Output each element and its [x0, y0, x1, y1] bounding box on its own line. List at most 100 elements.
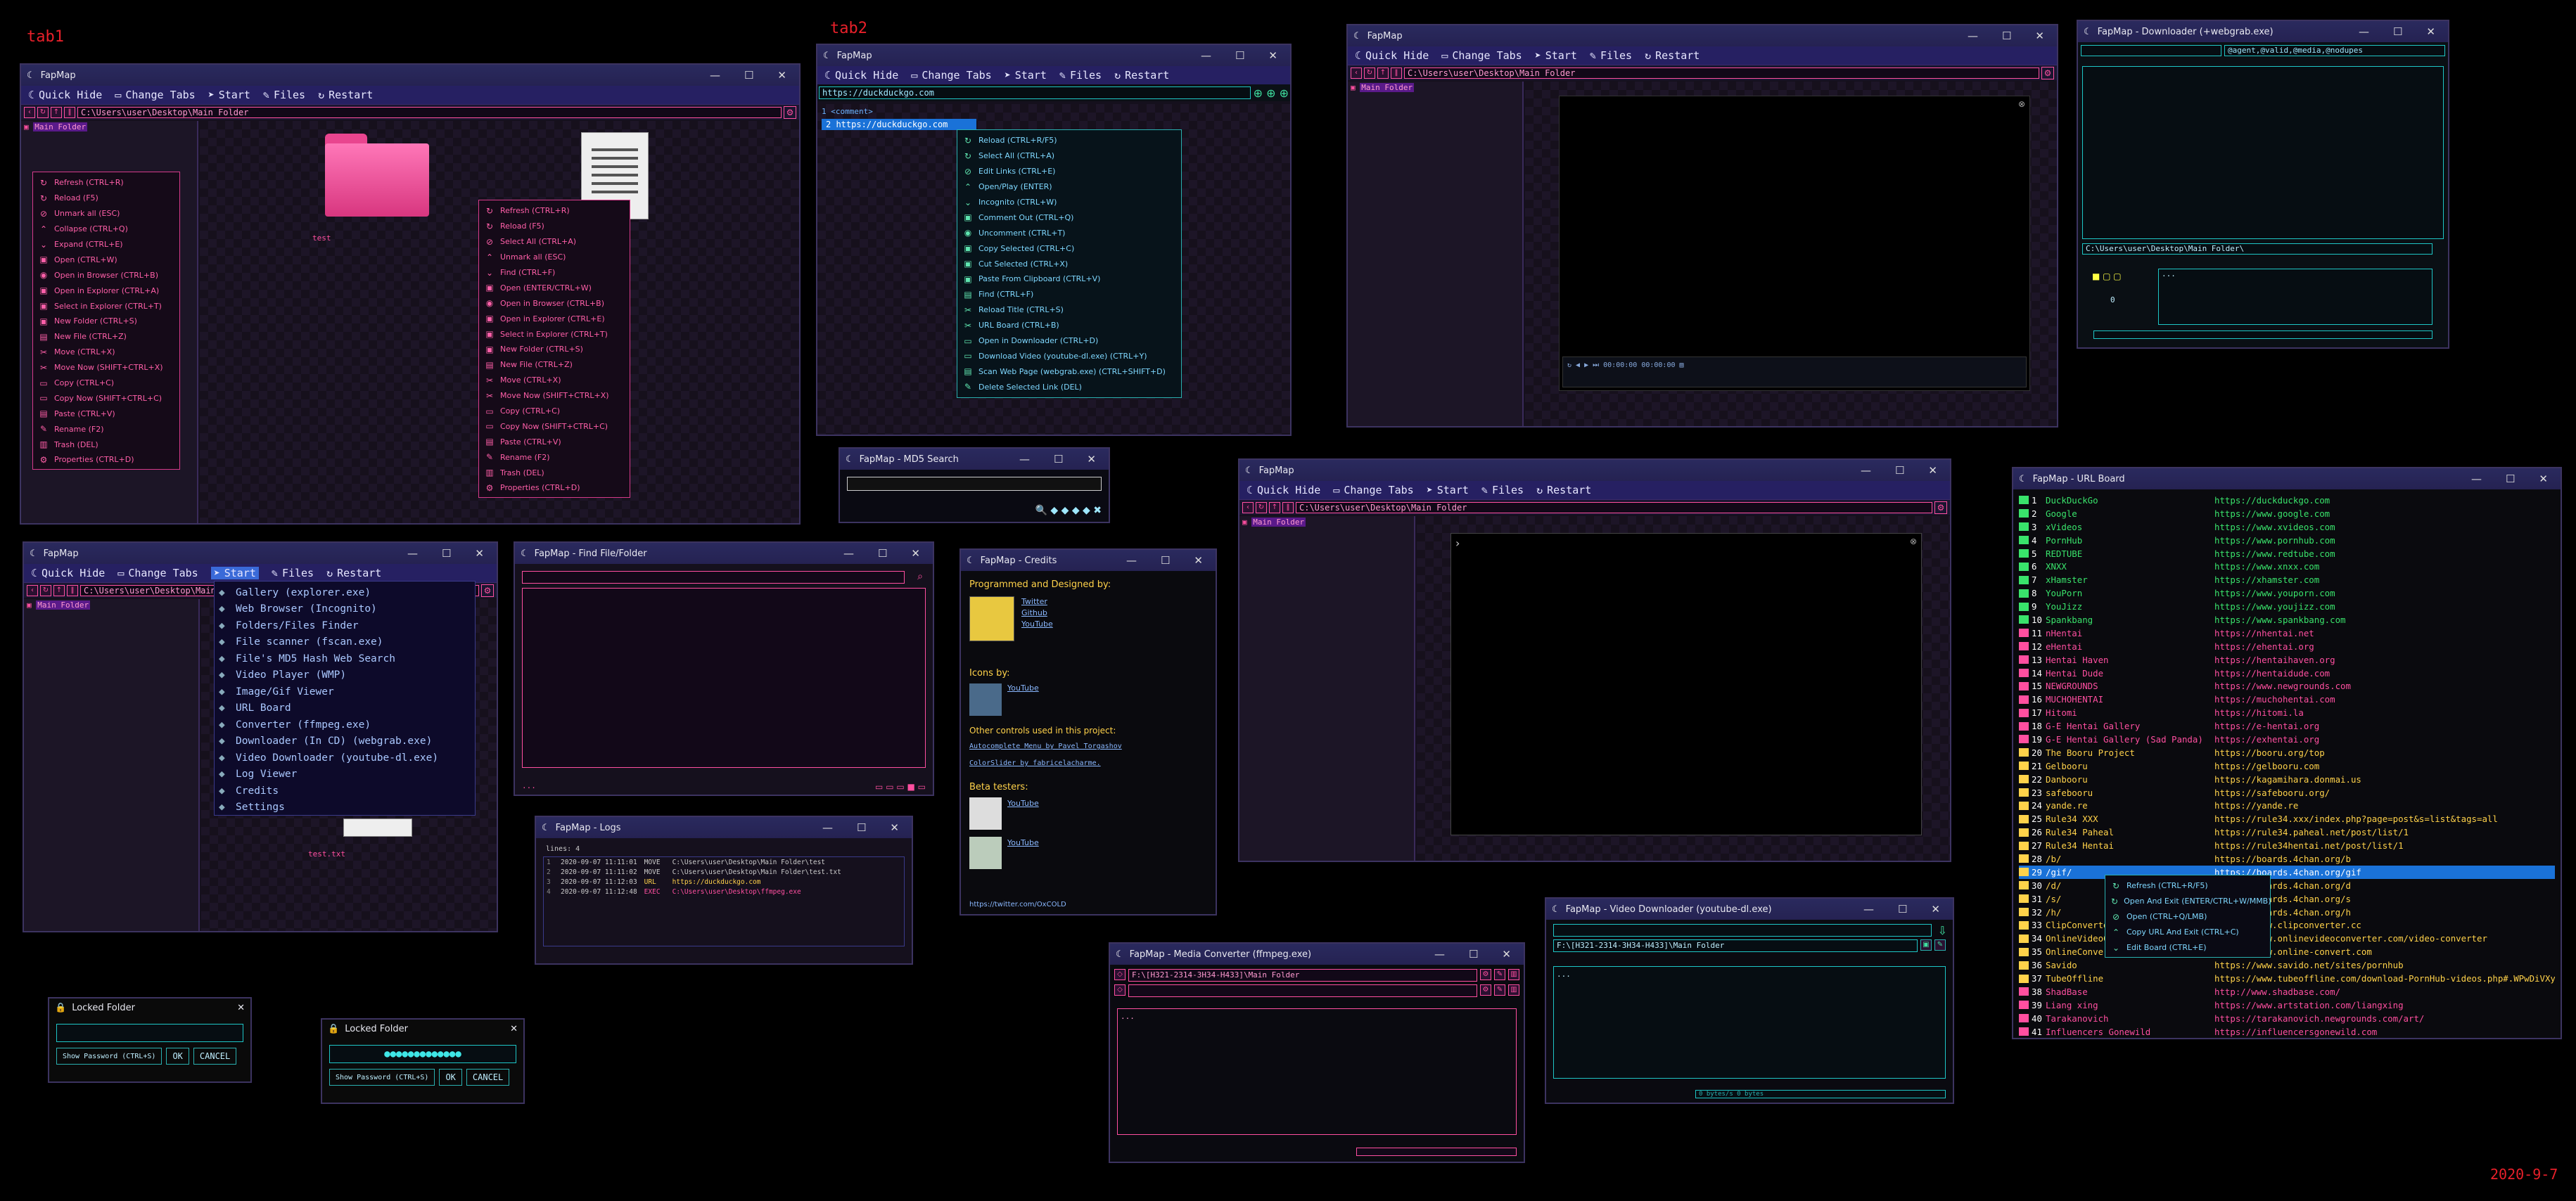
- url-row[interactable]: 1 DuckDuckGo https://duckduckgo.com: [2019, 494, 2555, 507]
- twitter-link[interactable]: Twitter: [1021, 596, 1053, 608]
- close-button[interactable]: ✕: [1194, 554, 1203, 567]
- ctx-menu-item[interactable]: ▣ Paste From Clipboard (CTRL+V): [957, 271, 1181, 287]
- ctx-menu-item[interactable]: ▣ Open in Explorer (CTRL+A): [33, 283, 179, 298]
- url-row[interactable]: 30/d/https://boards.4chan.org/d: [2019, 879, 2555, 892]
- menu-restart[interactable]: ↻ Restart: [1536, 484, 1591, 496]
- url-row[interactable]: 23 safebooru https://safebooru.org/: [2019, 786, 2555, 799]
- close-button[interactable]: ✕: [2426, 25, 2435, 38]
- maximize-button[interactable]: ☐: [2393, 25, 2402, 38]
- start-menu-item[interactable]: ◆ File scanner (fscan.exe): [215, 634, 475, 651]
- back-button[interactable]: ‹: [27, 584, 38, 596]
- start-menu-item[interactable]: ◆ URL Board: [215, 700, 475, 717]
- refresh-button[interactable]: ↻: [40, 584, 51, 596]
- password-input[interactable]: [56, 1024, 243, 1042]
- ctx-menu-item[interactable]: ▣ Open (ENTER/CTRL+W): [479, 280, 630, 295]
- ctx-menu-item[interactable]: ⌃ Collapse (CTRL+Q): [33, 221, 179, 237]
- ctx-menu-item[interactable]: ↻ Refresh (CTRL+R): [479, 203, 630, 219]
- start-menu-item[interactable]: ◆ Video Downloader (youtube-dl.exe): [215, 750, 475, 766]
- menu-change-tabs[interactable]: ▭ Change Tabs: [1441, 49, 1522, 62]
- url-row[interactable]: 5 REDTUBE https://www.redtube.com: [2019, 547, 2555, 560]
- start-menu-item[interactable]: ◆ Settings: [215, 799, 475, 816]
- menu-files[interactable]: ✎ Files: [263, 89, 305, 101]
- ctx-menu-item[interactable]: ⊘ Unmark all (ESC): [33, 206, 179, 221]
- start-menu-item[interactable]: ◆ Video Player (WMP): [215, 667, 475, 684]
- url-row[interactable]: 13 Hentai Haven https://hentaihaven.org: [2019, 653, 2555, 667]
- ctx-menu-item[interactable]: ↻ Select All (CTRL+A): [957, 148, 1181, 164]
- url-row[interactable]: 10 Spankbang https://www.spankbang.com: [2019, 613, 2555, 627]
- close-button[interactable]: ✕: [1268, 49, 1277, 62]
- menu-start[interactable]: ➤ Start: [1535, 49, 1577, 62]
- menu-files[interactable]: ✎ Files: [1481, 484, 1524, 496]
- ctx-menu-item[interactable]: ✎ Rename (F2): [479, 449, 630, 465]
- back-button[interactable]: ‹: [1242, 501, 1254, 513]
- go-icon[interactable]: ⊕ ⊕ ⊕: [1254, 86, 1289, 100]
- url-row[interactable]: 22 Danbooru https://kagamihara.donmai.us: [2019, 773, 2555, 786]
- ctx-menu-item[interactable]: ▣ Copy Selected (CTRL+C): [957, 240, 1181, 256]
- ctx-menu-item[interactable]: ⊘ Edit Links (CTRL+E): [957, 164, 1181, 179]
- url-row[interactable]: 25 Rule34 XXX https://rule34.xxx/index.php…: [2019, 812, 2555, 826]
- url-row[interactable]: 29/gif/https://boards.4chan.org/gif: [2019, 865, 2555, 879]
- url-row[interactable]: 41 Influencers Gonewild https://influencer…: [2019, 1025, 2555, 1038]
- back-button[interactable]: ‹: [1351, 67, 1362, 79]
- minimize-button[interactable]: —: [1434, 948, 1445, 961]
- pause-button[interactable]: ‖: [67, 584, 78, 596]
- edit-icon[interactable]: ✎: [1494, 984, 1505, 996]
- beta-link-1[interactable]: YouTube: [1007, 799, 1039, 808]
- ctx-menu-item[interactable]: ▤ Paste (CTRL+V): [479, 434, 630, 449]
- close-button[interactable]: ✕: [510, 1024, 518, 1034]
- close-button[interactable]: ✕: [237, 1003, 245, 1013]
- ctx-menu-item[interactable]: ⌄ Expand (CTRL+E): [33, 237, 179, 252]
- start-menu-item[interactable]: ◆ Image/Gif Viewer: [215, 683, 475, 700]
- ctx-menu-item[interactable]: ✎ Delete Selected Link (DEL): [957, 379, 1181, 394]
- gear-icon[interactable]: ⚙: [784, 105, 796, 119]
- close-button[interactable]: ✕: [911, 547, 920, 560]
- url-row[interactable]: 15 NEWGROUNDS https://www.newgrounds.com: [2019, 679, 2555, 693]
- ctx-menu-item[interactable]: ▣ New Folder (CTRL+S): [479, 342, 630, 357]
- close-button[interactable]: ✕: [890, 821, 899, 834]
- player-controls[interactable]: ↻ ◀ ▶ ⏭ 00:00:00 00:00:00 ▤: [1563, 357, 2026, 373]
- close-icon[interactable]: ⊗: [2018, 99, 2025, 109]
- ctx-menu-item[interactable]: ▭ Copy (CTRL+C): [479, 404, 630, 419]
- ctx-menu-item[interactable]: ⌃ Unmark all (ESC): [479, 250, 630, 265]
- ctx-menu-item[interactable]: ▤ New File (CTRL+Z): [33, 329, 179, 345]
- youtube-link[interactable]: YouTube: [1021, 619, 1053, 630]
- close-icon[interactable]: ⊗: [1910, 537, 1917, 546]
- url-row[interactable]: 26 Rule34 Paheal https://rule34.paheal.net…: [2019, 826, 2555, 839]
- url-input[interactable]: https://duckduckgo.com: [819, 86, 1251, 99]
- minimize-button[interactable]: —: [1126, 554, 1137, 567]
- show-password-button[interactable]: Show Password (CTRL+S): [56, 1048, 162, 1065]
- start-menu-item[interactable]: ◆ Folders/Files Finder: [215, 617, 475, 634]
- menu-change-tabs[interactable]: ▭ Change Tabs: [911, 69, 991, 82]
- video-player[interactable]: ⊗ ↻ ◀ ▶ ⏭ 00:00:00 00:00:00 ▤: [1559, 96, 2030, 391]
- ctx-menu-item[interactable]: ⌄ Edit Board (CTRL+E): [2105, 940, 2270, 956]
- ctx-menu-item[interactable]: ⚙ Properties (CTRL+D): [33, 452, 179, 468]
- cancel-button[interactable]: CANCEL: [193, 1048, 237, 1065]
- menu-restart[interactable]: ↻ Restart: [1645, 49, 1700, 62]
- url-row[interactable]: 4 PornHub https://www.pornhub.com: [2019, 534, 2555, 547]
- url-row[interactable]: 2 Google https://www.google.com: [2019, 507, 2555, 520]
- menu-start[interactable]: ➤ Start: [210, 567, 259, 579]
- menu-start[interactable]: ➤ Start: [208, 89, 250, 101]
- url-row[interactable]: 36 Savido https://www.savido.net/sites/por…: [2019, 958, 2555, 972]
- url-row[interactable]: 14 Hentai Dude https://hentaidude.com: [2019, 667, 2555, 680]
- url-row[interactable]: 27 Rule34 Hentai https://rule34hentai.net/…: [2019, 839, 2555, 852]
- input-path[interactable]: F:\[H321-2314-3H34-H433]\Main Folder: [1128, 969, 1477, 982]
- cancel-button[interactable]: CANCEL: [466, 1069, 510, 1086]
- download-icon[interactable]: ⇩: [1938, 924, 1947, 937]
- menu-change-tabs[interactable]: ▭ Change Tabs: [117, 567, 198, 579]
- close-button[interactable]: ✕: [2035, 30, 2044, 42]
- refresh-button[interactable]: ↻: [1364, 67, 1375, 79]
- url-row[interactable]: 21 Gelbooru https://gelbooru.com: [2019, 759, 2555, 773]
- ctx-menu-item[interactable]: ▭ Copy Now (SHIFT+CTRL+C): [479, 418, 630, 434]
- log-row[interactable]: 1 2020-09-07 11:11:01 MOVE C:\Users\user\De…: [544, 857, 904, 867]
- list-item-selected[interactable]: 2 https://duckduckgo.com: [822, 119, 976, 130]
- ctx-menu-item[interactable]: ▣ Comment Out (CTRL+Q): [957, 210, 1181, 225]
- ctx-menu-item[interactable]: ⚙ Properties (CTRL+D): [479, 480, 630, 496]
- ctx-menu-item[interactable]: ▥ Trash (DEL): [33, 437, 179, 452]
- maximize-button[interactable]: ☐: [1235, 49, 1244, 62]
- save-path[interactable]: F:\[H321-2314-3H34-H433]\Main Folder: [1553, 939, 1918, 952]
- start-menu-item[interactable]: ◆ Web Browser (Incognito): [215, 601, 475, 618]
- close-button[interactable]: ✕: [777, 69, 786, 82]
- url-row[interactable]: 34 OnlineVideoConverter https://www.online…: [2019, 932, 2555, 945]
- start-menu-item[interactable]: ◆ Converter (ffmpeg.exe): [215, 717, 475, 733]
